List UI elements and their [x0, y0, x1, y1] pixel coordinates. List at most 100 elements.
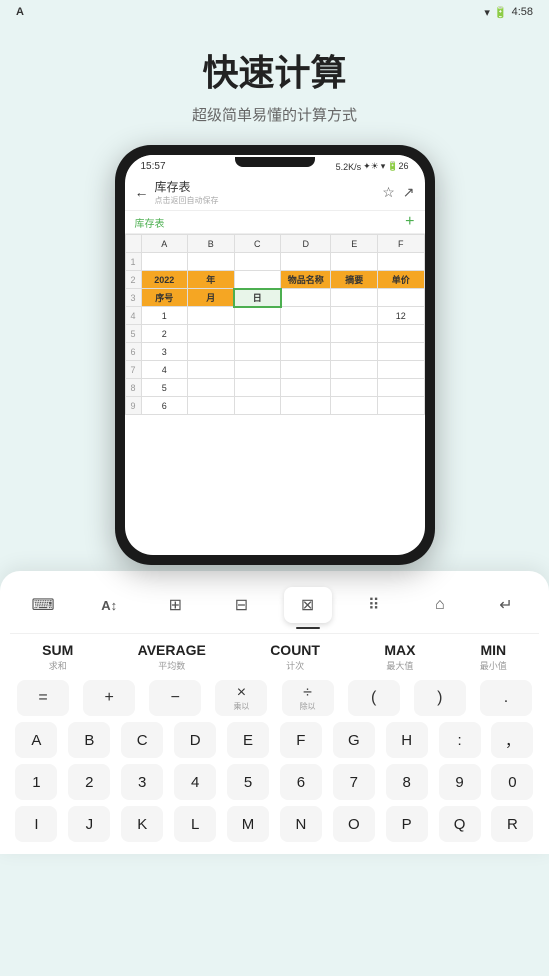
layout-button[interactable]: ⊟ — [217, 587, 265, 623]
status-bar-right: ▾ 🔋 4:58 — [484, 6, 533, 19]
key-n[interactable]: N — [280, 806, 322, 842]
key-7[interactable]: 7 — [333, 764, 375, 800]
hero-title: 快速计算 — [20, 44, 529, 96]
sum-label: SUM — [42, 642, 73, 658]
phone-status-icons: 5.2K/s ✦☀ ▾ 🔋26 — [336, 161, 409, 172]
number-row: 1 2 3 4 5 6 7 8 9 0 — [10, 764, 539, 800]
plus-button[interactable]: + — [83, 680, 135, 716]
col-header-c: C — [234, 235, 281, 253]
text-format-icon: A↕ — [101, 598, 117, 613]
keyboard-toolbar: ⌨ A↕ ⊞ ⊟ ⊠ ⠿ ⌂ ↵ — [10, 583, 539, 634]
count-label: COUNT — [270, 642, 320, 658]
multiply-button[interactable]: × 乘以 — [215, 680, 267, 716]
key-5[interactable]: 5 — [227, 764, 269, 800]
key-l[interactable]: L — [174, 806, 216, 842]
keyboard-toggle-button[interactable]: ⌨ — [19, 587, 67, 623]
key-r[interactable]: R — [491, 806, 533, 842]
close-paren-button[interactable]: ) — [414, 680, 466, 716]
phone-network: 5.2K/s — [336, 162, 362, 172]
phone-time: 15:57 — [141, 161, 166, 172]
home-icon: ⌂ — [435, 596, 445, 614]
col-header-b: B — [188, 235, 235, 253]
home-button[interactable]: ⌂ — [416, 587, 464, 623]
key-9[interactable]: 9 — [439, 764, 481, 800]
grid-icon: ⠿ — [368, 595, 380, 615]
letter-row-2: I J K L M N O P Q R — [10, 806, 539, 842]
col-header-f: F — [377, 235, 424, 253]
table-row: 6 3 — [125, 343, 424, 361]
max-sublabel: 最大值 — [386, 659, 413, 672]
key-j[interactable]: J — [68, 806, 110, 842]
table-row: 5 2 — [125, 325, 424, 343]
function-row: SUM 求和 AVERAGE 平均数 COUNT 计次 MAX 最大值 MIN … — [10, 642, 539, 672]
enter-button[interactable]: ↵ — [482, 587, 530, 623]
hero-subtitle: 超级简单易懂的计算方式 — [20, 104, 529, 125]
app-indicator: A — [16, 6, 24, 18]
key-1[interactable]: 1 — [15, 764, 57, 800]
grid-view-button[interactable]: ⠿ — [350, 587, 398, 623]
key-p[interactable]: P — [386, 806, 428, 842]
add-sheet-button[interactable]: + — [405, 213, 414, 231]
function-icon: ⊠ — [301, 595, 314, 615]
key-2[interactable]: 2 — [68, 764, 110, 800]
sheet-tab-name[interactable]: 库存表 — [135, 215, 165, 230]
average-sublabel: 平均数 — [158, 659, 185, 672]
key-k[interactable]: K — [121, 806, 163, 842]
max-button[interactable]: MAX 最大值 — [384, 642, 415, 672]
table-row: 9 6 — [125, 397, 424, 415]
star-icon[interactable]: ☆ — [382, 184, 395, 201]
sheet-toolbar-left: ← 库存表 点击返回自动保存 — [135, 178, 219, 206]
key-f[interactable]: F — [280, 722, 322, 758]
average-label: AVERAGE — [138, 642, 206, 658]
sheet-save-hint: 点击返回自动保存 — [155, 195, 219, 206]
max-label: MAX — [384, 642, 415, 658]
divide-button[interactable]: ÷ 除以 — [282, 680, 334, 716]
back-button[interactable]: ← — [135, 184, 149, 200]
key-g[interactable]: G — [333, 722, 375, 758]
layout-icon: ⊟ — [235, 595, 248, 615]
share-icon[interactable]: ↗ — [403, 184, 415, 201]
key-b[interactable]: B — [68, 722, 110, 758]
clock: 4:58 — [512, 6, 533, 18]
dot-button[interactable]: . — [480, 680, 532, 716]
min-button[interactable]: MIN 最小值 — [480, 642, 507, 672]
key-colon[interactable]: : — [439, 722, 481, 758]
table-format-button[interactable]: ⊞ — [151, 587, 199, 623]
key-3[interactable]: 3 — [121, 764, 163, 800]
spreadsheet-grid: A B C D E F 1 — [125, 234, 425, 555]
key-e[interactable]: E — [227, 722, 269, 758]
col-header-a: A — [141, 235, 188, 253]
key-6[interactable]: 6 — [280, 764, 322, 800]
table-row: 3 序号 月 日 — [125, 289, 424, 307]
key-0[interactable]: 0 — [491, 764, 533, 800]
key-i[interactable]: I — [15, 806, 57, 842]
battery-icon: 🔋 — [494, 6, 508, 19]
table-row: 8 5 — [125, 379, 424, 397]
count-button[interactable]: COUNT 计次 — [270, 642, 320, 672]
phone-mockup: 15:57 5.2K/s ✦☀ ▾ 🔋26 ← 库存表 点击返回自动保存 — [0, 135, 549, 565]
open-paren-button[interactable]: ( — [348, 680, 400, 716]
key-4[interactable]: 4 — [174, 764, 216, 800]
text-format-button[interactable]: A↕ — [85, 587, 133, 623]
key-comma[interactable]: ， — [491, 722, 533, 758]
col-header-d: D — [281, 235, 331, 253]
key-d[interactable]: D — [174, 722, 216, 758]
col-header-row — [125, 235, 141, 253]
sheet-tab-bar: 库存表 + — [125, 211, 425, 234]
equals-button[interactable]: = — [17, 680, 69, 716]
key-h[interactable]: H — [386, 722, 428, 758]
sum-button[interactable]: SUM 求和 — [42, 642, 73, 672]
function-button[interactable]: ⊠ — [284, 587, 332, 623]
average-button[interactable]: AVERAGE 平均数 — [138, 642, 206, 672]
table-icon: ⊞ — [169, 595, 182, 615]
letter-row-1: A B C D E F G H : ， — [10, 722, 539, 758]
key-8[interactable]: 8 — [386, 764, 428, 800]
key-q[interactable]: Q — [439, 806, 481, 842]
table-row: 2 2022 年 物品名称 摘要 单价 — [125, 271, 424, 289]
count-sublabel: 计次 — [286, 659, 304, 672]
key-m[interactable]: M — [227, 806, 269, 842]
key-o[interactable]: O — [333, 806, 375, 842]
key-c[interactable]: C — [121, 722, 163, 758]
minus-button[interactable]: − — [149, 680, 201, 716]
key-a[interactable]: A — [15, 722, 57, 758]
